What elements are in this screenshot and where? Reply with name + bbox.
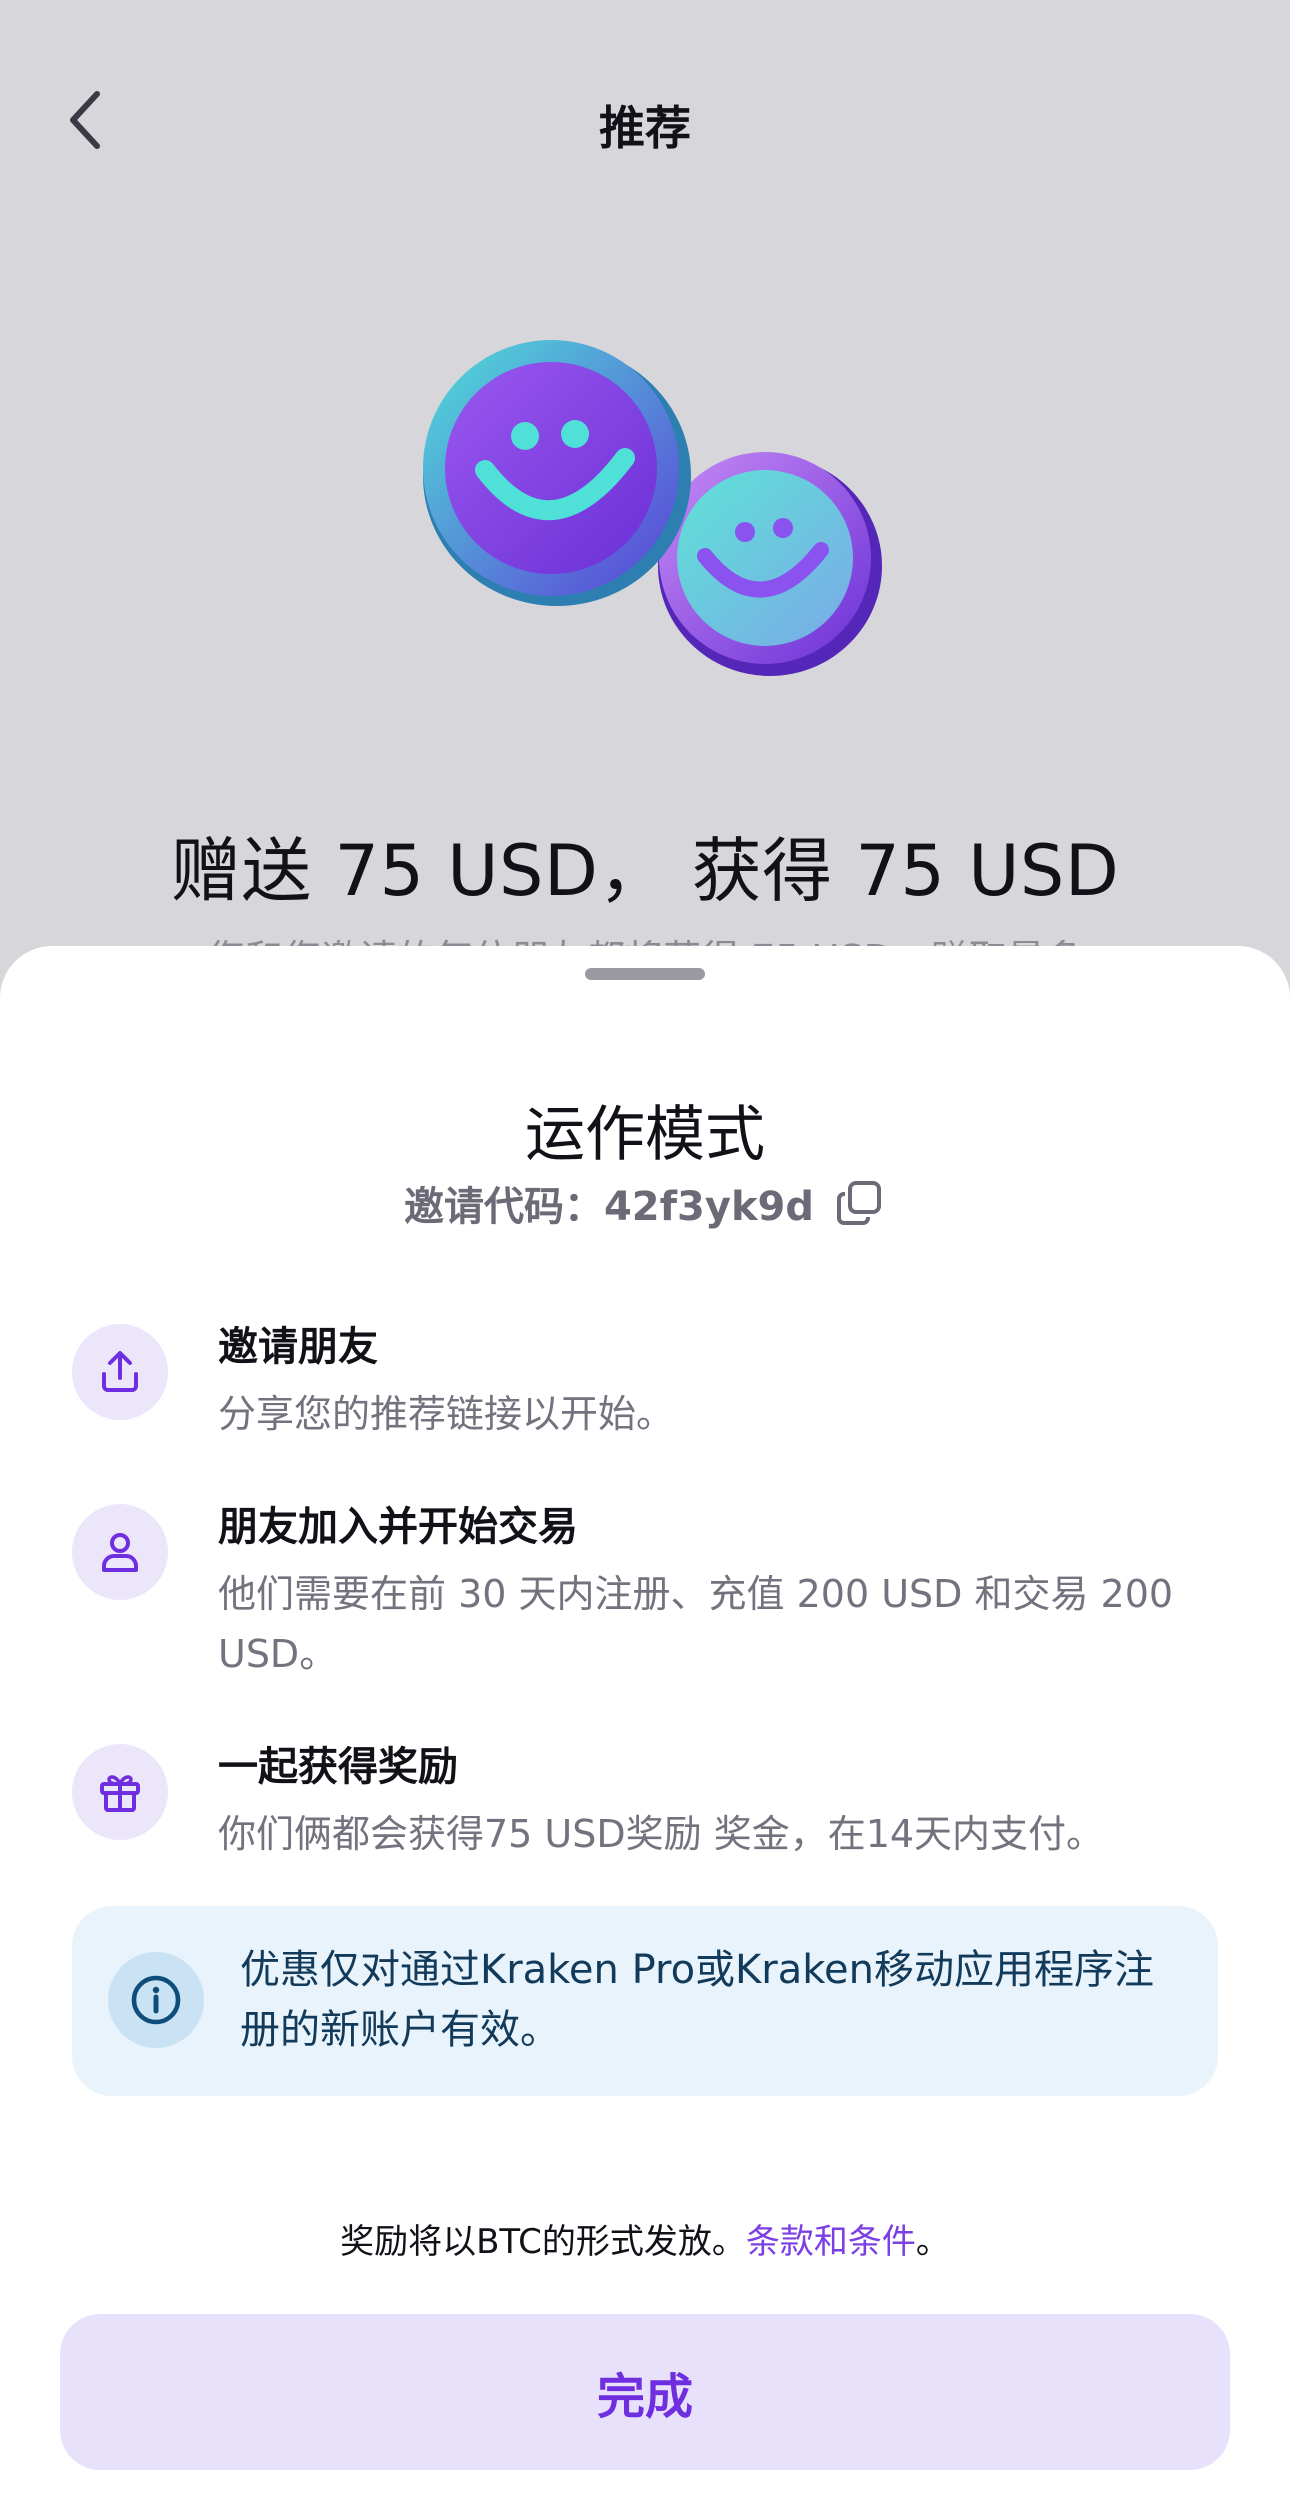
step-title: 邀请朋友 bbox=[218, 1324, 378, 1370]
info-notice: 优惠仅对通过Kraken Pro或Kraken移动应用程序注册的新账户有效。 bbox=[72, 1906, 1218, 2096]
footnote-end: 。 bbox=[915, 2222, 950, 2262]
sheet-drag-handle[interactable] bbox=[585, 968, 705, 980]
step-description: 他们需要在前 30 天内注册、充值 200 USD 和交易 200 USD。 bbox=[218, 1572, 1174, 1676]
sheet-title: 运作模式 bbox=[525, 1100, 765, 1170]
referral-code: 42f3yk9d bbox=[603, 1184, 815, 1230]
step-description: 你们俩都会获得75 USD奖励 奖金，在14天内支付。 bbox=[218, 1812, 1105, 1856]
info-text: 优惠仅对通过Kraken Pro或Kraken移动应用程序注册的新账户有效。 bbox=[240, 1947, 1154, 2053]
reward-footnote: 奖励将以BTC的形式发放。条款和条件。 bbox=[0, 2214, 1290, 2263]
headline: 赠送 75 USD， 获得 75 USD bbox=[170, 830, 1120, 912]
footnote-text: 奖励将以BTC的形式发放。 bbox=[340, 2222, 746, 2262]
smiley-coins-illustration bbox=[423, 340, 882, 676]
step-icon-wrap bbox=[72, 1504, 168, 1600]
copy-icon bbox=[837, 1181, 882, 1225]
step-icon-wrap bbox=[72, 1744, 168, 1840]
share-icon bbox=[102, 1351, 138, 1392]
info-icon bbox=[131, 1975, 181, 2025]
person-icon bbox=[102, 1533, 138, 1572]
step-title: 朋友加入并开始交易 bbox=[218, 1504, 578, 1550]
step-title: 一起获得奖励 bbox=[218, 1744, 458, 1790]
how-it-works-sheet: 运作模式 邀请代码：42f3yk9d 邀请朋友 分享您的推荐链接以开始。 朋友加… bbox=[0, 946, 1290, 2511]
page-title: 推荐 bbox=[599, 101, 691, 155]
copy-button[interactable] bbox=[832, 1176, 886, 1230]
gift-icon bbox=[100, 1775, 140, 1812]
step-icon-wrap bbox=[72, 1324, 168, 1420]
referral-code-label: 邀请代码：42f3yk9d bbox=[403, 1184, 815, 1230]
terms-link[interactable]: 条款和条件 bbox=[746, 2222, 916, 2262]
info-icon-wrap bbox=[108, 1952, 204, 2048]
done-button[interactable]: 完成 bbox=[60, 2314, 1230, 2470]
referral-code-row: 邀请代码：42f3yk9d bbox=[0, 1174, 1290, 1232]
step-description: 分享您的推荐链接以开始。 bbox=[218, 1392, 675, 1436]
